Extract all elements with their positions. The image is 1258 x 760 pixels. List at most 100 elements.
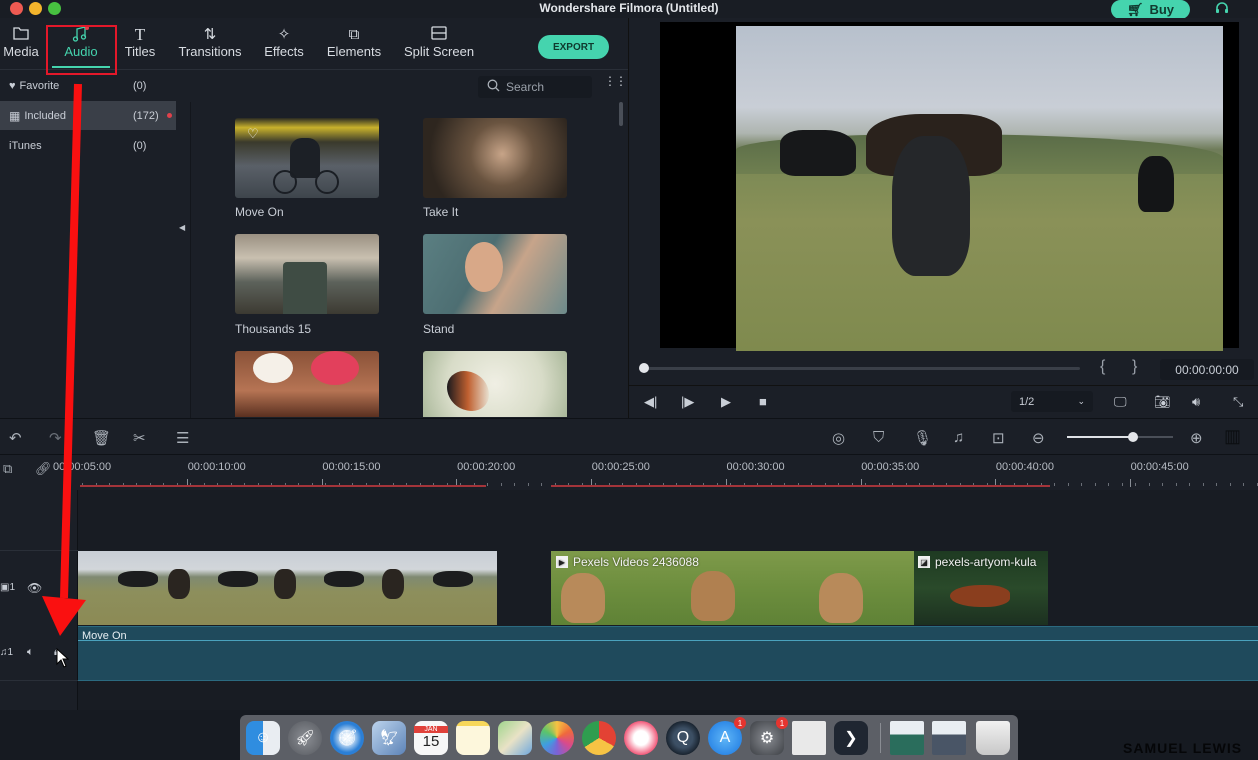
bike-wheel [273,170,297,194]
dock-app-launchpad[interactable]: 🚀︎ [288,721,322,755]
ruler-major-tick [1129,479,1131,487]
redo-icon[interactable]: ↷ [49,429,62,447]
audio-title: Take It [423,205,459,219]
library-scrollbar[interactable] [619,102,623,126]
preview-quality-select[interactable]: 1/2 ⌄ [1011,391,1093,412]
buy-button[interactable]: 🛒︎ Buy [1111,0,1190,19]
sidebar-item-favorite[interactable]: ♥ Favorite (0) [0,71,176,100]
render-preview-icon[interactable]: ◎ [832,429,845,447]
search-icon [487,79,500,95]
volume-icon[interactable]: 🔊︎ [1192,394,1200,410]
marker-icon[interactable]: ⛉ [873,429,884,446]
mark-out-button[interactable]: } [1132,358,1137,376]
cut-scissors-icon[interactable]: ✂︎ [133,429,146,447]
video-clip-pexels-videos[interactable]: ▶ Pexels Videos 2436088 [551,551,914,625]
dock-app-maps[interactable] [498,721,532,755]
speaker-mute-icon[interactable]: 🔈︎ [27,646,34,659]
audio-thumbnail[interactable]: ♡ [235,118,379,198]
clip-coverage-bar [80,485,486,487]
dock-app-chrome[interactable] [582,721,616,755]
zoom-slider-knob[interactable] [1127,432,1138,442]
playhead-knob[interactable] [639,363,649,373]
stop-icon[interactable]: ■ [759,394,767,409]
tab-label: Titles [124,44,156,59]
image-clip-pexels-artyom[interactable]: ◪ pexels-artyom-kula [914,551,1048,625]
link-icon[interactable]: 🔗︎ [35,461,52,477]
calendar-day: 15 [422,733,440,750]
tab-elements[interactable]: ⧉ Elements [325,26,383,59]
tab-split-screen[interactable]: Split Screen [401,26,477,59]
audio-thumbnail[interactable] [423,351,567,417]
dock-app-mail[interactable]: 🦅︎ [372,721,406,755]
audio-meter-icon[interactable]: ▥ [1224,426,1241,447]
audio-thumbnail[interactable] [423,118,567,198]
sidebar-item-itunes[interactable]: iTunes (0) [0,131,176,160]
dock-app-document[interactable] [792,721,826,755]
divider [0,680,78,681]
tab-effects[interactable]: ✧ Effects [261,26,307,59]
dock-app-trash[interactable] [976,721,1010,755]
ruler-minor-tick [541,483,542,486]
dock-app-photos[interactable] [540,721,574,755]
dock-app-finder[interactable]: ☺ [246,721,280,755]
video-viewer[interactable] [660,22,1239,351]
previous-frame-icon[interactable]: ◀︎| [644,394,657,410]
cyclist-figure [290,138,320,178]
transition-icon: ⇅ [203,26,217,43]
collapse-sidebar-arrow-icon[interactable]: ◀ [179,223,185,232]
sidebar-item-included[interactable]: ▦ Included (172) [0,101,176,130]
zoom-out-icon[interactable]: ⊖ [1032,429,1045,447]
audio-thumbnail[interactable] [235,351,379,417]
video-clip-horses[interactable] [78,551,497,625]
ruler-minor-tick [1054,483,1055,486]
fit-timeline-icon[interactable]: ⊡ [992,429,1005,447]
microphone-icon[interactable]: 🎙︎ [913,429,932,447]
dock-app-safari[interactable]: 🧭︎ [330,721,364,755]
audio-title: Move On [235,205,284,219]
mark-in-button[interactable]: { [1100,358,1105,376]
play-icon[interactable]: ▶︎ [721,394,731,410]
horse-foreground [892,136,970,276]
dock-app-window-2[interactable] [932,721,966,755]
dock-app-app-store[interactable]: A1 [708,717,746,755]
dock-app-system-preferences[interactable]: ⚙︎ 1 [750,717,788,755]
export-button[interactable]: EXPORT [538,35,609,59]
dock-app-filmora[interactable]: ❯ [834,721,868,755]
dock-app-music[interactable]: ♫ [624,721,658,755]
delete-trash-icon[interactable]: 🗑︎ [92,429,111,447]
divider [190,102,191,418]
audio-mixer-icon[interactable]: ♫ [953,429,964,446]
dock-app-window-1[interactable] [890,721,924,755]
macos-dock: ☺ 🚀︎ 🧭︎ 🦅︎ JAN 15 ♫ Q A 1 ⚙︎ 1 ❯ [240,715,1018,760]
next-frame-icon[interactable]: |▶︎ [681,394,694,410]
undo-icon[interactable]: ↶ [9,429,22,447]
horse [780,130,856,176]
ruler-minor-tick [1162,483,1163,486]
horse [274,569,296,599]
audio-thumbnail[interactable] [423,234,567,314]
dock-app-quicktime[interactable]: Q [666,721,700,755]
tab-label: Elements [326,44,382,59]
adjust-settings-icon[interactable]: ☰ [176,429,189,447]
fullscreen-icon[interactable]: ⤡ [1233,394,1243,410]
timeline-zoom-slider[interactable] [1067,432,1173,442]
dock-app-notes[interactable] [456,721,490,755]
mouse-cursor-icon [56,647,70,673]
tab-titles[interactable]: T Titles [122,26,158,60]
tab-transitions[interactable]: ⇅ Transitions [175,26,245,59]
search-input[interactable]: Search [478,76,592,98]
playback-progress-track[interactable] [644,367,1080,370]
audio-thumbnail[interactable] [235,234,379,314]
eye-visibility-icon[interactable]: 👁︎ [27,581,42,595]
tab-media[interactable]: Media [2,26,40,59]
tram-figure [283,262,327,314]
sidebar-item-label: Included [24,109,66,122]
audio-clip-move-on[interactable]: Move On [78,626,1258,681]
display-settings-icon[interactable]: 🖵︎ [1114,394,1127,410]
dock-app-calendar[interactable]: JAN 15 [414,721,448,755]
favorite-heart-icon[interactable]: ♡ [247,126,259,142]
add-track-icon[interactable]: ⧉ [3,461,12,477]
zoom-in-icon[interactable]: ⊕ [1190,429,1203,447]
timeline-ruler[interactable]: ⧉ 🔗︎ 00:00:05:00 00:00:10:00 00:00:15:00 00… [0,455,1258,490]
snapshot-camera-icon[interactable]: 📷︎ [1154,394,1171,410]
